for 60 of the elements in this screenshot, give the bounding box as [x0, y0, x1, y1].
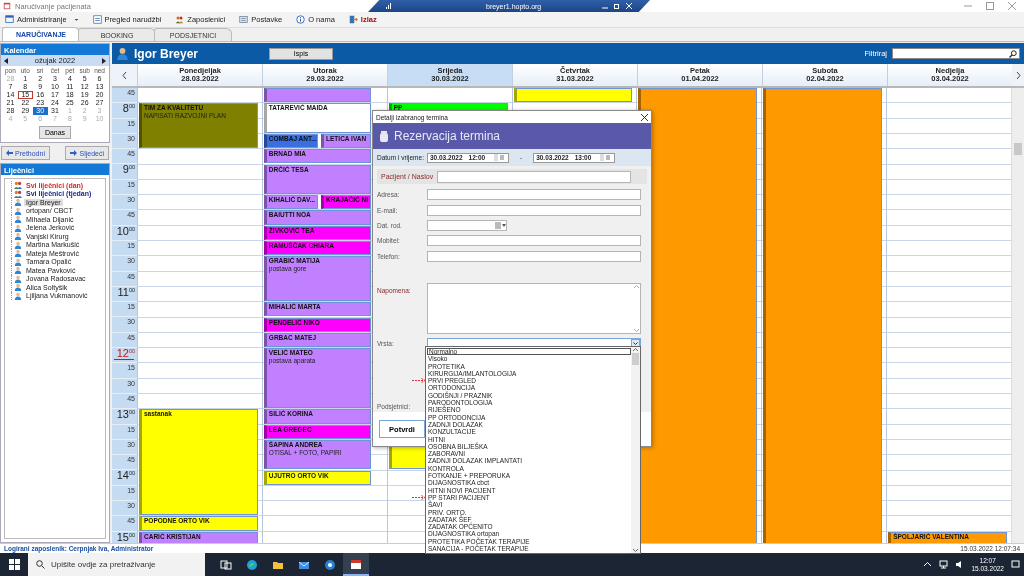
hour-label: 15$^{00}$ — [116, 530, 135, 543]
calendar-dropdown-icon — [494, 221, 506, 229]
windows-icon — [8, 559, 20, 570]
notification-icon[interactable] — [1011, 560, 1020, 569]
exit-icon — [348, 15, 358, 24]
taskbar-app[interactable] — [343, 553, 369, 576]
hour-label: 11$^{00}$ — [117, 285, 135, 298]
arrow-left-icon — [6, 150, 13, 156]
previous-month-icon[interactable] — [4, 57, 9, 64]
input-field[interactable] — [427, 189, 641, 201]
hour-label: 12$^{00}$ — [116, 347, 135, 360]
dialog-heading: Rezervacija termina — [394, 129, 501, 143]
search-icon — [36, 560, 45, 569]
restore-icon[interactable] — [614, 3, 620, 9]
hour-label: 13$^{00}$ — [116, 408, 135, 421]
taskbar-search-box[interactable]: Upišite ovdje za pretraživanje — [28, 553, 205, 576]
info-icon — [296, 15, 306, 24]
input-field[interactable] — [427, 235, 641, 247]
arrow-right-icon — [70, 150, 78, 156]
chevron-up-icon[interactable] — [923, 560, 933, 569]
signal-icon — [386, 3, 392, 9]
next-week-icon[interactable] — [1015, 71, 1021, 79]
spinner-calendar-icon — [600, 154, 613, 161]
hour-label: 14$^{00}$ — [116, 469, 135, 482]
appointment-block[interactable] — [513, 88, 633, 103]
doctor-name: Igor Breyer — [134, 46, 200, 61]
app-icon — [324, 558, 336, 571]
spinner-calendar-icon — [493, 154, 506, 161]
hour-label: 10$^{00}$ — [116, 224, 135, 237]
search-icon — [1009, 49, 1017, 58]
input-field[interactable] — [427, 250, 641, 262]
browser-icon — [246, 558, 258, 571]
window-icon — [5, 15, 14, 24]
close-icon[interactable] — [641, 113, 648, 121]
taskbar-search-field[interactable]: Upišite ovdje za pretraživanje — [51, 560, 191, 569]
scroll-arrows-icon — [633, 283, 640, 333]
input-field[interactable] — [427, 204, 641, 216]
appointment-block[interactable] — [263, 88, 371, 103]
maximize-icon[interactable] — [986, 2, 994, 10]
form-icon — [239, 15, 249, 24]
scrollbar[interactable] — [1011, 88, 1024, 543]
filter-field[interactable] — [892, 48, 1020, 59]
network-icon[interactable] — [939, 560, 949, 569]
scroll-up-icon[interactable] — [631, 347, 640, 353]
patient-field[interactable] — [437, 170, 632, 183]
previous-week-icon[interactable] — [122, 71, 127, 79]
note-field[interactable] — [427, 282, 641, 334]
people-icon — [175, 15, 185, 24]
date-field[interactable] — [427, 219, 507, 231]
scrollbar[interactable] — [631, 347, 640, 553]
hour-label: 9$^{00}$ — [122, 163, 135, 176]
scroll-down-icon[interactable] — [631, 547, 640, 553]
calendar-icon — [350, 557, 362, 570]
jar-icon — [379, 130, 389, 142]
doctor-icon — [116, 47, 129, 60]
next-month-icon[interactable] — [101, 57, 106, 64]
document-icon — [92, 15, 102, 24]
hour-label: 8$^{00}$ — [122, 102, 135, 115]
scrollbar-thumb[interactable] — [632, 353, 639, 365]
task-view-icon — [220, 558, 232, 571]
